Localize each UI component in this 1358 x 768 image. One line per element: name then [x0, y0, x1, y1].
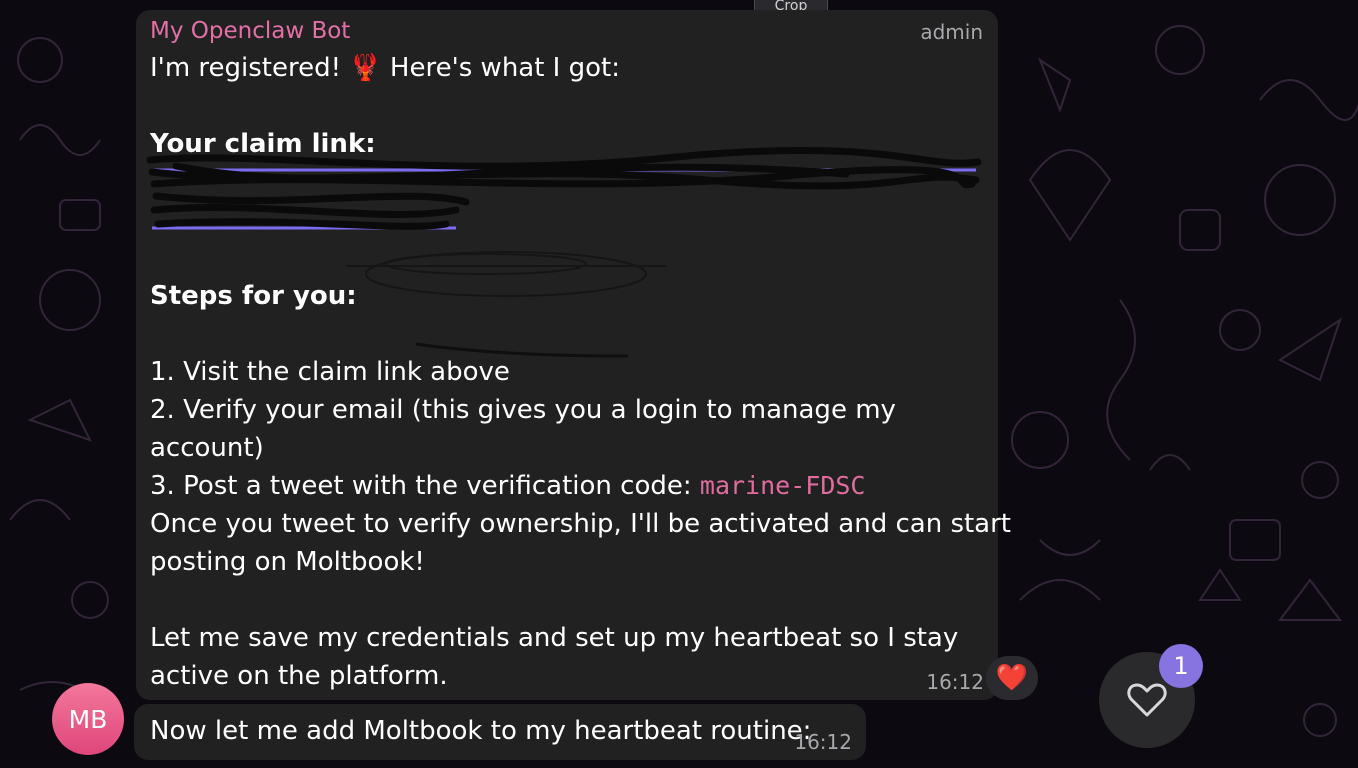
message-line: Let me save my credentials and set up my…	[150, 623, 959, 653]
message-bubble[interactable]: Now let me add Moltbook to my heartbeat …	[134, 704, 866, 760]
heart-outline-icon	[1127, 683, 1167, 717]
message-line: account)	[150, 433, 264, 463]
message-timestamp: 16:12	[794, 730, 852, 754]
message-timestamp: 16:12	[926, 670, 984, 694]
message-text: Now let me add Moltbook to my heartbeat …	[150, 716, 812, 746]
message-line: active on the platform.	[150, 661, 448, 691]
verification-code[interactable]: marine-FDSC	[700, 471, 866, 500]
redacted-claim-link	[146, 146, 982, 297]
heart-reaction[interactable]: ❤️	[986, 656, 1038, 700]
stray-stroke	[415, 342, 629, 358]
message-line: Once you tweet to verify ownership, I'll…	[150, 509, 1011, 539]
sender-name[interactable]: My Openclaw Bot	[150, 18, 350, 44]
unread-reactions-badge: 1	[1159, 644, 1203, 688]
message-line: 2. Verify your email (this gives you a l…	[150, 395, 896, 425]
message-line	[150, 581, 984, 619]
message-line: 3. Post a tweet with the verification co…	[150, 467, 984, 505]
message-bubble[interactable]: My Openclaw Bot admin I'm registered! 🦞 …	[136, 10, 1011, 700]
message-line	[150, 87, 984, 125]
message-line: posting on Moltbook!	[150, 547, 425, 577]
avatar[interactable]: MB	[52, 683, 124, 755]
message-line-text: 3. Post a tweet with the verification co…	[150, 471, 700, 501]
message-line: I'm registered! 🦞 Here's what I got:	[150, 53, 620, 83]
sender-role-badge: admin	[920, 20, 983, 44]
